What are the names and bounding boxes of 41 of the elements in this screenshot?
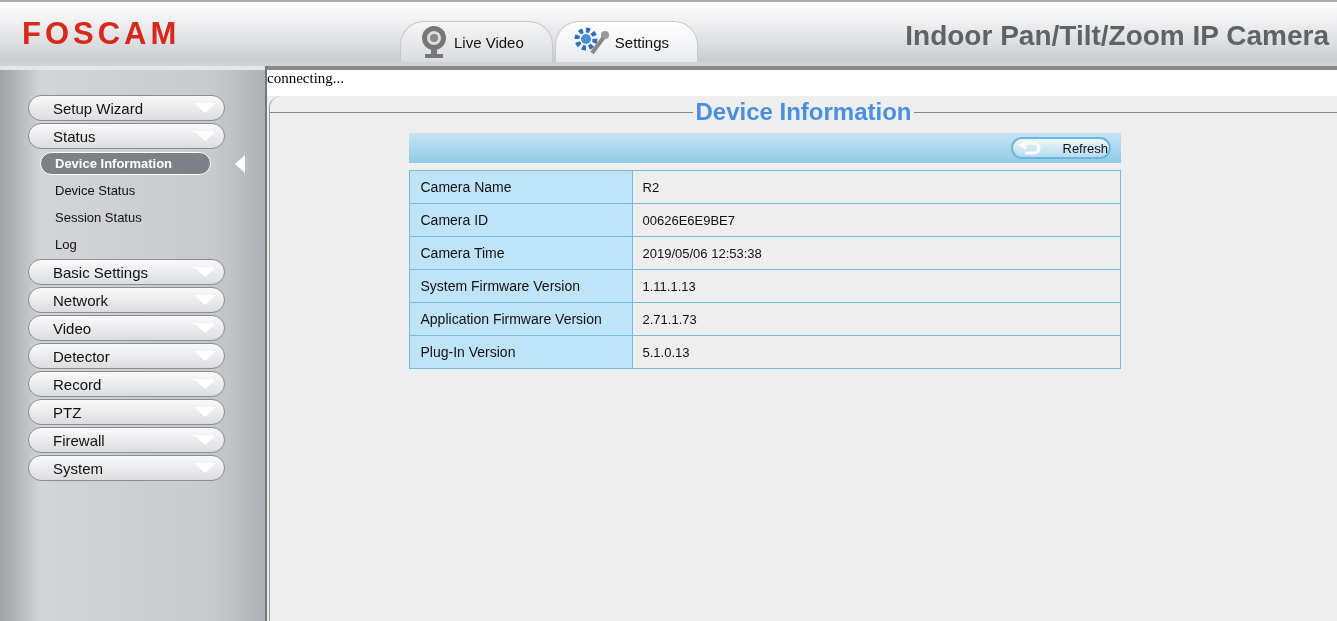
label-cell: Camera Time bbox=[409, 237, 633, 270]
label-cell: Camera Name bbox=[409, 171, 633, 204]
menu-button[interactable]: System bbox=[28, 455, 225, 481]
dropdown-arrow-icon bbox=[194, 131, 216, 141]
product-title: Indoor Pan/Tilt/Zoom IP Camera bbox=[905, 20, 1331, 52]
nav-tab[interactable]: Settings bbox=[554, 21, 698, 62]
logo-text: FOSCAM bbox=[22, 16, 181, 51]
menu-button[interactable]: Setup Wizard bbox=[28, 95, 225, 121]
submenu-item[interactable]: Session Status bbox=[40, 206, 211, 229]
dropdown-arrow-icon bbox=[194, 103, 216, 113]
menu-button[interactable]: Basic Settings bbox=[28, 259, 225, 285]
label-cell: Camera ID bbox=[409, 204, 633, 237]
status-text: connecting... bbox=[267, 66, 1337, 96]
dropdown-arrow-icon bbox=[194, 407, 216, 417]
menu-button[interactable]: Detector bbox=[28, 343, 225, 369]
dropdown-arrow-icon bbox=[194, 379, 216, 389]
undo-arrow-icon bbox=[1018, 141, 1041, 155]
menu-button[interactable]: Status bbox=[28, 123, 225, 149]
dropdown-arrow-icon bbox=[194, 295, 216, 305]
refresh-button[interactable]: Refresh bbox=[1010, 137, 1111, 159]
dropdown-arrow-icon bbox=[194, 435, 216, 445]
label-cell: Application Firmware Version bbox=[409, 303, 633, 336]
label-cell: Plug-In Version bbox=[409, 336, 633, 369]
submenu-item[interactable]: Log bbox=[40, 233, 211, 256]
menu-button[interactable]: Video bbox=[28, 315, 225, 341]
section-title: Device Information bbox=[695, 98, 912, 126]
label-cell: System Firmware Version bbox=[409, 270, 633, 303]
menu-button[interactable]: Firewall bbox=[28, 427, 225, 453]
menu-button[interactable]: PTZ bbox=[28, 399, 225, 425]
camera-icon bbox=[419, 25, 449, 59]
dropdown-arrow-icon bbox=[194, 323, 216, 333]
dropdown-arrow-icon bbox=[194, 267, 216, 277]
gear-and-wrench-icon bbox=[573, 27, 610, 57]
dropdown-arrow-icon bbox=[194, 463, 216, 473]
submenu-item[interactable]: Device Information bbox=[40, 152, 211, 175]
submenu-item[interactable]: Device Status bbox=[40, 179, 211, 202]
pointer-triangle-icon bbox=[235, 154, 245, 173]
menu-button[interactable]: Network bbox=[28, 287, 225, 313]
nav-tab[interactable]: Live Video bbox=[400, 21, 553, 62]
menu-button[interactable]: Record bbox=[28, 371, 225, 397]
dropdown-arrow-icon bbox=[194, 351, 216, 361]
